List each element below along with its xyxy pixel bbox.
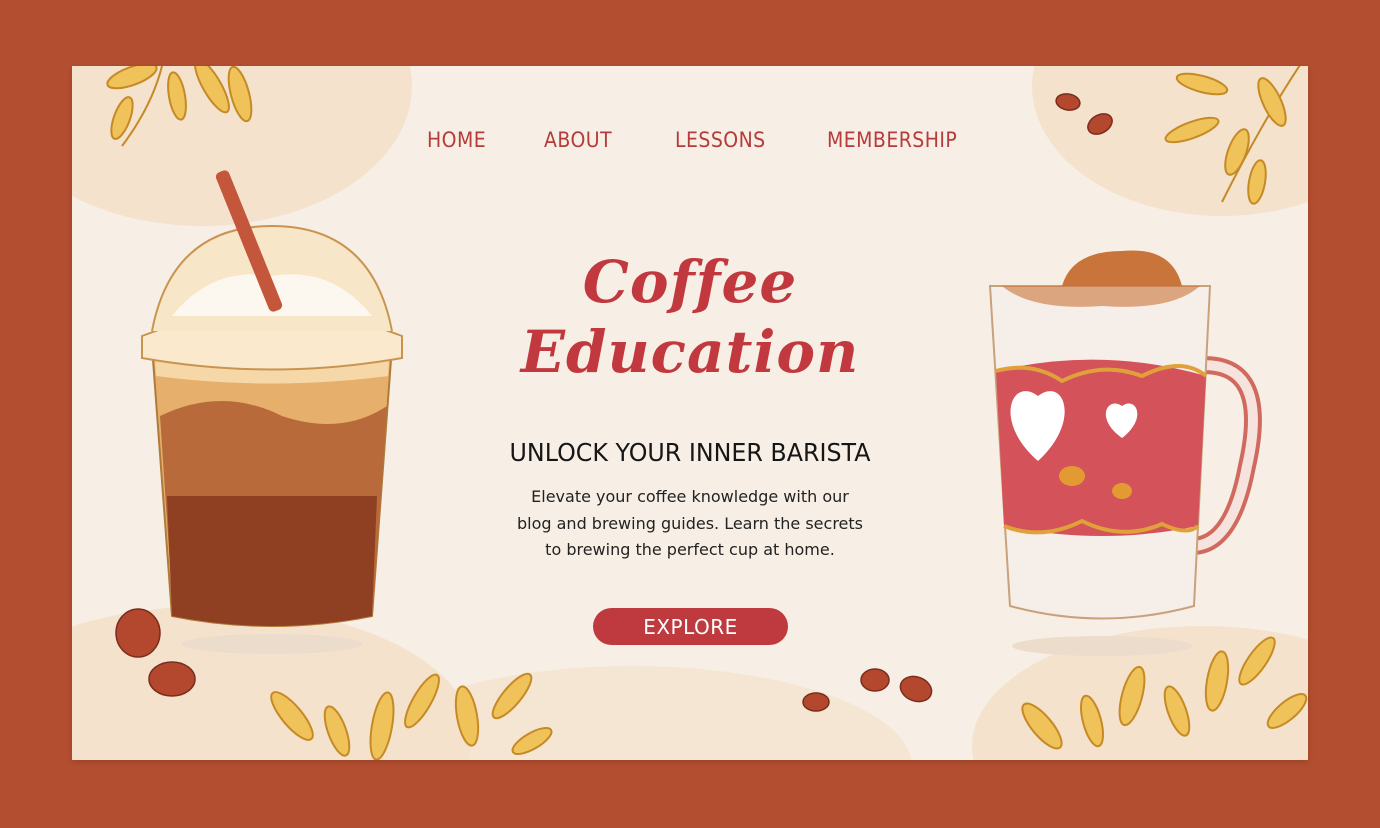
iced-coffee-icon (141, 170, 403, 654)
nav-membership-link[interactable]: MEMBERSHIP (827, 128, 957, 152)
nav-home-link[interactable]: HOME (427, 128, 486, 152)
coffee-bean-icon (802, 668, 933, 712)
hero-description-line: to brewing the perfect cup at home. (545, 540, 835, 559)
nav-lessons-link[interactable]: LESSONS (675, 128, 766, 152)
leaf-icon (270, 672, 553, 760)
explore-button[interactable]: EXPLORE (593, 608, 788, 645)
leaf-icon (106, 66, 253, 147)
hero-title-line2: Education (520, 318, 860, 386)
hero-description-line: blog and brewing guides. Learn the secre… (516, 513, 863, 533)
hero-description-line: Elevate your coffee knowledge with our (531, 487, 849, 506)
nav-about-link[interactable]: ABOUT (544, 128, 612, 152)
main-nav: HOME ABOUT LESSONS MEMBERSHIP (72, 128, 1308, 158)
landing-card: HOME ABOUT LESSONS MEMBERSHIP Coffee Edu… (72, 66, 1308, 760)
hero-title-line1: Coffee (582, 248, 798, 316)
hero-description: Elevate your coffee knowledge with our b… (490, 484, 890, 564)
hero-subtitle: UNLOCK YOUR INNER BARISTA (509, 438, 871, 467)
